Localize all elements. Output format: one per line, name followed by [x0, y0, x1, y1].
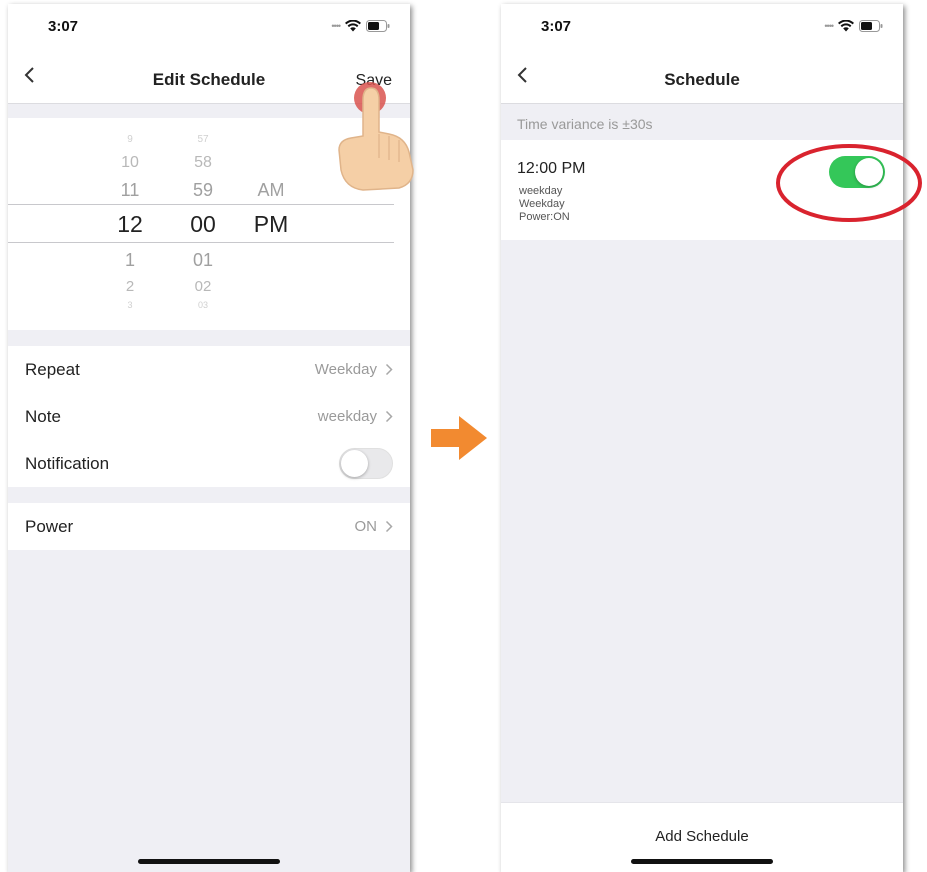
- status-icons: ••••: [331, 20, 390, 32]
- repeat-value: Weekday: [314, 361, 377, 378]
- picker-minute-option[interactable]: 57: [176, 134, 230, 145]
- picker-divider-bottom: [8, 242, 394, 243]
- highlight-ring: [776, 144, 922, 222]
- signal-icon: ••••: [331, 21, 341, 31]
- repeat-label: Repeat: [25, 359, 80, 379]
- power-group: Power ON: [8, 503, 410, 550]
- picker-hour-selected[interactable]: 12: [103, 211, 157, 238]
- status-icons: ••••: [824, 20, 883, 32]
- picker-divider-top: [8, 204, 394, 205]
- schedule-action: Power:ON: [519, 211, 570, 223]
- toggle-knob: [341, 450, 368, 477]
- status-time: 3:07: [541, 18, 572, 35]
- note-value: weekday: [317, 408, 377, 425]
- picker-hour-option[interactable]: 1: [103, 250, 157, 271]
- repeat-row[interactable]: Repeat Weekday: [8, 346, 410, 393]
- schedule-note: weekday: [519, 185, 563, 197]
- schedule-time: 12:00 PM: [517, 160, 586, 177]
- home-indicator: [138, 859, 280, 864]
- wifi-icon: [838, 20, 854, 32]
- chevron-right-icon: [385, 410, 393, 423]
- nav-bar: Schedule: [501, 48, 903, 104]
- time-variance-note: Time variance is ±30s: [517, 116, 653, 132]
- notification-toggle[interactable]: [339, 448, 393, 479]
- picker-hour-option[interactable]: 3: [103, 300, 157, 310]
- tutorial-canvas: 3:07 •••• Edit Schedule Save 9 10 11 12 …: [0, 0, 927, 872]
- settings-group: Repeat Weekday Note weekday Notification: [8, 346, 410, 487]
- battery-icon: [366, 20, 390, 32]
- picker-hour-option[interactable]: 11: [103, 180, 157, 201]
- picker-minute-option[interactable]: 58: [176, 154, 230, 172]
- power-label: Power: [25, 516, 74, 536]
- schedule-list-screen: 3:07 •••• Schedule Time variance is ±30s…: [501, 4, 903, 872]
- tap-hand-icon: [338, 82, 414, 191]
- picker-hour-option[interactable]: 10: [103, 154, 157, 172]
- picker-hour-option[interactable]: 2: [103, 278, 157, 295]
- chevron-right-icon: [385, 363, 393, 376]
- note-row[interactable]: Note weekday: [8, 393, 410, 440]
- picker-minute-option[interactable]: 02: [176, 278, 230, 295]
- picker-pm-selected[interactable]: PM: [246, 211, 296, 238]
- signal-icon: ••••: [824, 21, 834, 31]
- power-value: ON: [354, 518, 378, 535]
- notification-label: Notification: [25, 453, 110, 473]
- schedule-repeat: Weekday: [519, 198, 565, 210]
- picker-hour-option[interactable]: 9: [103, 134, 157, 145]
- chevron-right-icon: [385, 520, 393, 533]
- picker-minute-option[interactable]: 03: [176, 300, 230, 310]
- page-title: Schedule: [664, 70, 740, 89]
- picker-minute-selected[interactable]: 00: [176, 211, 230, 238]
- status-bar: 3:07 ••••: [8, 4, 410, 48]
- notification-row: Notification: [8, 440, 410, 487]
- picker-am-option[interactable]: AM: [246, 180, 296, 201]
- battery-icon: [859, 20, 883, 32]
- status-time: 3:07: [48, 18, 79, 35]
- home-indicator: [631, 859, 773, 864]
- power-row[interactable]: Power ON: [8, 503, 410, 550]
- picker-minute-option[interactable]: 59: [176, 180, 230, 201]
- add-schedule-button[interactable]: Add Schedule: [501, 828, 903, 845]
- right-arrow-icon: [431, 416, 487, 460]
- picker-minute-option[interactable]: 01: [176, 250, 230, 271]
- status-bar: 3:07 ••••: [501, 4, 903, 48]
- wifi-icon: [345, 20, 361, 32]
- note-label: Note: [25, 406, 61, 426]
